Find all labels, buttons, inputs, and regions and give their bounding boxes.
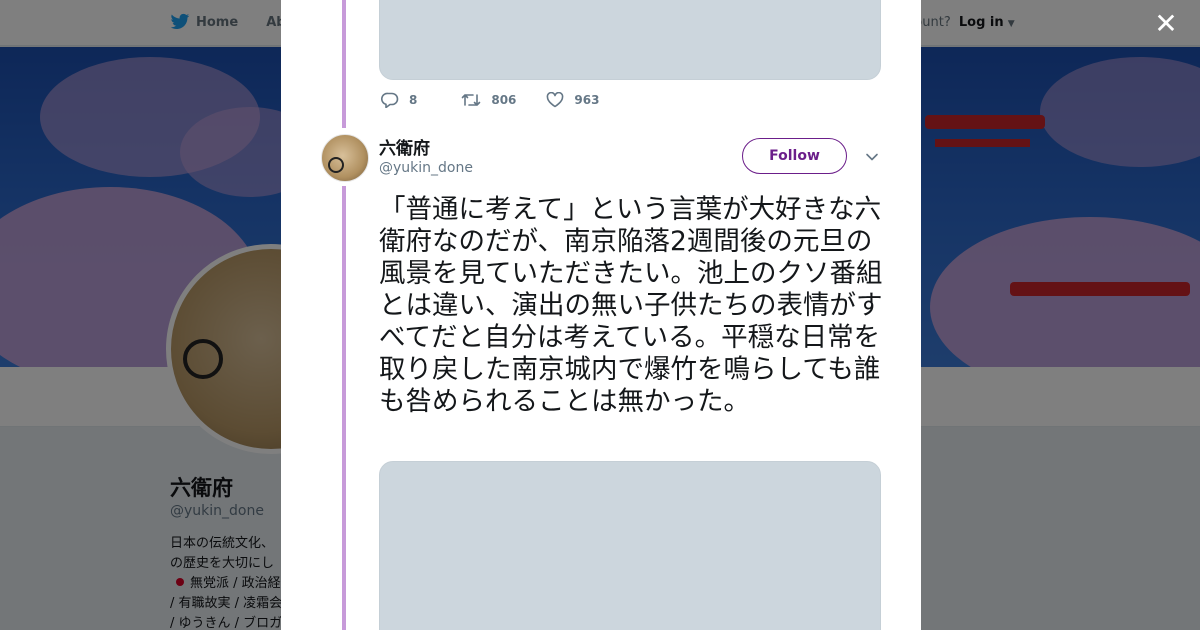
heart-icon [547, 92, 564, 108]
reply-icon [381, 92, 399, 108]
like-count: 963 [574, 93, 600, 107]
follow-button[interactable]: Follow [742, 138, 847, 174]
thread-connector [342, 0, 346, 128]
reply-count: 8 [409, 93, 418, 107]
retweet-button[interactable]: 806 [461, 92, 516, 108]
like-button[interactable]: 963 [546, 92, 599, 108]
tweet-author-name[interactable]: 六衛府 [379, 134, 430, 159]
tweet-text: 「普通に考えて」という言葉が大好きな六衛府なのだが、南京陥落2週間後の元旦の風景… [379, 194, 883, 417]
previous-tweet-media[interactable] [379, 0, 881, 80]
retweet-icon [462, 94, 481, 106]
reply-button[interactable]: 8 [381, 92, 417, 108]
tweet-permalink-modal: 8 806 963 六衛府 @yukin_done Follow 「普通に考えて… [281, 0, 921, 630]
previous-tweet-actions: 8 806 963 [381, 92, 629, 108]
close-icon[interactable]: ✕ [1154, 10, 1178, 38]
tweet-author-handle[interactable]: @yukin_done [379, 160, 473, 176]
retweet-count: 806 [491, 93, 517, 107]
tweet-author-avatar[interactable] [321, 134, 369, 182]
tweet-media[interactable] [379, 461, 881, 630]
thread-connector [342, 186, 346, 630]
chevron-down-icon[interactable] [865, 150, 879, 164]
